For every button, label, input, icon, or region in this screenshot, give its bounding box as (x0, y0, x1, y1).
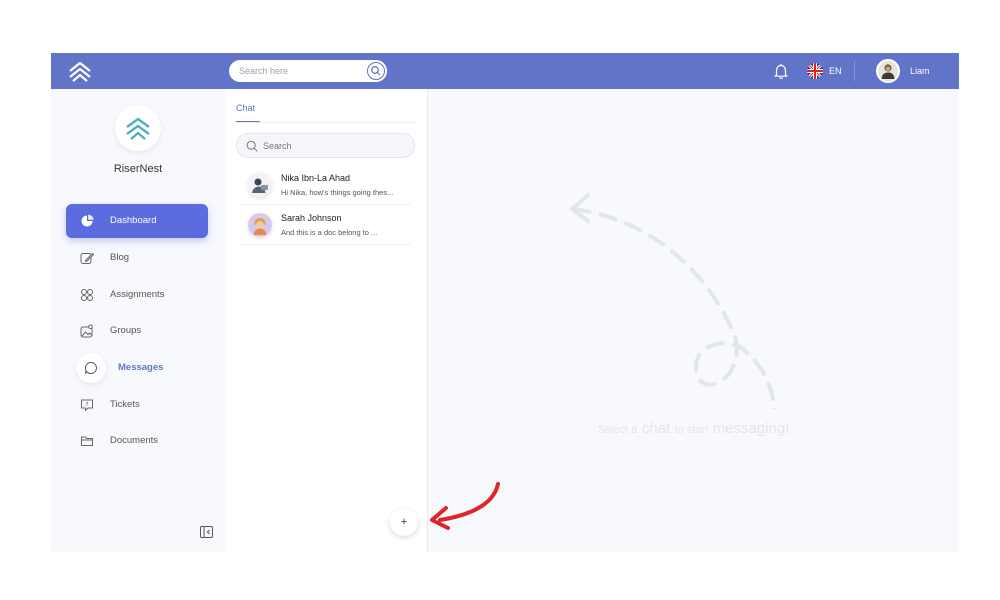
sidebar-item-label: Documents (110, 435, 159, 446)
top-bar: EN Liam (51, 53, 959, 89)
shapes-icon (81, 289, 93, 301)
collapse-sidebar-icon[interactable] (200, 526, 213, 538)
avatar (248, 213, 272, 237)
empty-text-part: messaging! (712, 420, 790, 437)
sidebar-item-dashboard[interactable]: Dashboard (66, 204, 208, 238)
logo-icon (126, 117, 150, 140)
sidebar-item-label: Blog (110, 252, 130, 263)
empty-state-message: Select a chat to start messaging! (428, 420, 959, 438)
contact-name: Nika Ibn-La Ahad (281, 173, 351, 183)
search-icon (371, 66, 381, 76)
image-group-icon (80, 324, 93, 338)
messages-icon-circle (76, 353, 106, 383)
sidebar: RiserNest Dashboard Blog Assignments Gro… (51, 89, 225, 552)
sidebar-item-documents[interactable]: Documents (66, 424, 208, 458)
user-avatar-icon (878, 61, 898, 81)
contact-avatar-icon (248, 173, 272, 197)
header-divider (854, 61, 855, 81)
curved-arrow-icon (430, 482, 500, 530)
sidebar-item-label: Tickets (110, 399, 140, 410)
uk-flag-icon[interactable] (807, 63, 823, 79)
add-chat-button[interactable]: + (390, 508, 418, 536)
folder-icon (81, 436, 93, 446)
user-name[interactable]: Liam (910, 66, 930, 76)
dashed-arrow-illustration (570, 193, 777, 409)
avatar (248, 173, 272, 197)
list-item[interactable]: Sarah Johnson And this is a doc belong t… (239, 206, 411, 245)
sidebar-item-blog[interactable]: Blog (66, 241, 208, 275)
sidebar-item-groups[interactable]: Groups (66, 314, 208, 348)
bell-icon[interactable] (772, 62, 790, 80)
contact-name: Sarah Johnson (281, 213, 342, 223)
chat-list-panel: Chat Nika Ibn-La Ahad Hi Nika, how's thi… (225, 89, 428, 552)
empty-text-part: chat (641, 420, 671, 437)
contact-avatar-icon (248, 213, 272, 237)
edit-icon (80, 253, 94, 264)
sidebar-item-label: Assignments (110, 289, 165, 300)
brand-logo (115, 105, 161, 151)
search-button[interactable] (367, 62, 385, 80)
header-search-input[interactable] (229, 60, 359, 82)
tab-divider (236, 122, 416, 123)
help-chat-icon: ? (81, 399, 93, 411)
language-label[interactable]: EN (829, 66, 842, 76)
list-item[interactable]: Nika Ibn-La Ahad Hi Nika, how's things g… (239, 166, 411, 205)
search-icon (246, 140, 258, 152)
empty-text-part: to start (674, 424, 709, 436)
chat-search (236, 133, 415, 158)
chat-search-input[interactable] (263, 134, 408, 157)
brand-name: RiserNest (113, 163, 163, 175)
contact-preview: And this is a doc belong to ... (281, 228, 378, 237)
sidebar-item-messages[interactable]: Messages (66, 351, 208, 385)
header-search (229, 60, 387, 82)
contact-preview: Hi Nika, how's things going thes... (281, 188, 394, 197)
pie-chart-icon (81, 214, 94, 227)
sidebar-item-label: Dashboard (110, 215, 157, 226)
sidebar-item-assignments[interactable]: Assignments (66, 278, 208, 312)
sidebar-item-tickets[interactable]: ? Tickets (66, 388, 208, 422)
svg-text:?: ? (85, 402, 88, 409)
empty-text-part: Select a (597, 424, 638, 436)
logo-icon[interactable] (67, 58, 93, 84)
message-bubble-icon (84, 361, 97, 374)
avatar[interactable] (876, 59, 900, 83)
tab-chat[interactable]: Chat (236, 103, 255, 113)
sidebar-item-label: Messages (118, 362, 164, 373)
sidebar-item-label: Groups (110, 325, 142, 336)
